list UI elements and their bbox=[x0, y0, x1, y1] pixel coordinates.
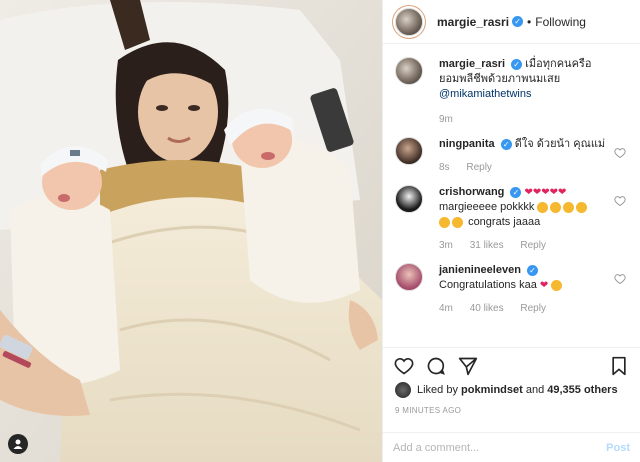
caption-time[interactable]: 9m bbox=[439, 114, 453, 125]
verified-icon: ✓ bbox=[527, 264, 538, 276]
verified-icon: ✓ bbox=[511, 58, 523, 70]
comment-time[interactable]: 3m bbox=[439, 240, 453, 251]
post-button[interactable]: Post bbox=[606, 442, 630, 454]
post-timestamp[interactable]: 9 MINUTES AGO bbox=[395, 406, 461, 415]
commenter-avatar[interactable] bbox=[395, 137, 423, 165]
caption-mention[interactable]: @mikamiathetwins bbox=[439, 88, 531, 100]
comment-item: janienineeleven ✓ Congratulations kaa ❤ … bbox=[395, 263, 628, 316]
comment-text: margieeeee pokkkk bbox=[439, 201, 535, 213]
post-photo[interactable] bbox=[0, 0, 382, 462]
likes-user[interactable]: pokmindset bbox=[461, 384, 523, 396]
verified-icon: ✓ bbox=[512, 16, 524, 27]
heart-emoji-icon: ❤ bbox=[539, 280, 549, 291]
action-bar bbox=[383, 347, 640, 383]
reply-button[interactable]: Reply bbox=[520, 240, 546, 251]
comment-input[interactable] bbox=[393, 441, 607, 454]
verified-icon: ✓ bbox=[500, 138, 512, 150]
comment-likes[interactable]: 31 likes bbox=[470, 240, 504, 251]
heart-icon[interactable] bbox=[393, 355, 415, 377]
comments-list[interactable]: margie_rasri ✓ เมื่อทุกคนครือยอมพลีชีพด้… bbox=[383, 45, 640, 347]
comment-text-2: congrats jaaaa bbox=[468, 216, 541, 228]
comment-time[interactable]: 8s bbox=[439, 162, 450, 173]
like-comment-heart-icon[interactable] bbox=[614, 273, 626, 285]
verified-icon: ✓ bbox=[510, 186, 522, 198]
commenter-avatar[interactable] bbox=[395, 263, 423, 291]
comment-username[interactable]: janienineeleven bbox=[439, 264, 521, 276]
reply-button[interactable]: Reply bbox=[466, 162, 492, 173]
likes-prefix: Liked by bbox=[417, 384, 458, 396]
comment-username[interactable]: crishorwang bbox=[439, 186, 504, 198]
author-avatar[interactable] bbox=[395, 7, 423, 36]
comment-text: ดีใจ ด้วยน้า คุณแม่ bbox=[514, 138, 606, 150]
red-heart-emoji-icon: ❤❤❤❤❤ bbox=[524, 187, 567, 198]
following-button[interactable]: Following bbox=[535, 15, 586, 29]
likes-count[interactable]: 49,355 others bbox=[547, 384, 617, 396]
commenter-avatar[interactable] bbox=[395, 185, 423, 213]
comment-text: Congratulations kaa bbox=[439, 279, 537, 291]
reply-button[interactable]: Reply bbox=[520, 303, 546, 314]
like-comment-heart-icon[interactable] bbox=[614, 147, 626, 159]
user-tag-icon[interactable] bbox=[8, 434, 28, 454]
add-comment-bar: Post bbox=[383, 432, 640, 462]
comment-item: ningpanita ✓ ดีใจ ด้วยน้า คุณแม่ 8s Repl… bbox=[395, 137, 628, 175]
liker-avatar[interactable] bbox=[395, 382, 411, 398]
comment-likes[interactable]: 40 likes bbox=[470, 303, 504, 314]
comment-time[interactable]: 4m bbox=[439, 303, 453, 314]
comment-username[interactable]: ningpanita bbox=[439, 138, 495, 150]
bookmark-icon[interactable] bbox=[608, 355, 630, 377]
caption-avatar[interactable] bbox=[395, 57, 423, 85]
post-header: margie_rasri ✓ • Following bbox=[383, 0, 640, 44]
caption: margie_rasri ✓ เมื่อทุกคนครือยอมพลีชีพด้… bbox=[395, 57, 628, 127]
comment-icon[interactable] bbox=[425, 355, 447, 377]
share-icon[interactable] bbox=[457, 355, 479, 377]
author-username[interactable]: margie_rasri bbox=[437, 15, 509, 29]
separator-dot: • bbox=[527, 14, 532, 29]
photo-illustration bbox=[0, 0, 382, 462]
likes-conj: and bbox=[525, 384, 545, 396]
post-sidebar: margie_rasri ✓ • Following margie_rasri … bbox=[382, 0, 640, 462]
caption-username[interactable]: margie_rasri bbox=[439, 58, 505, 70]
likes-summary: Liked by pokmindset and 49,355 others bbox=[395, 382, 628, 398]
hugging-emoji-icon bbox=[537, 201, 589, 213]
like-comment-heart-icon[interactable] bbox=[614, 195, 626, 207]
kiss-emoji-icon bbox=[551, 279, 564, 291]
comment-item: crishorwang ✓ ❤❤❤❤❤ margieeeee pokkkk co… bbox=[395, 185, 628, 253]
hugging-emoji-icon bbox=[439, 216, 465, 228]
